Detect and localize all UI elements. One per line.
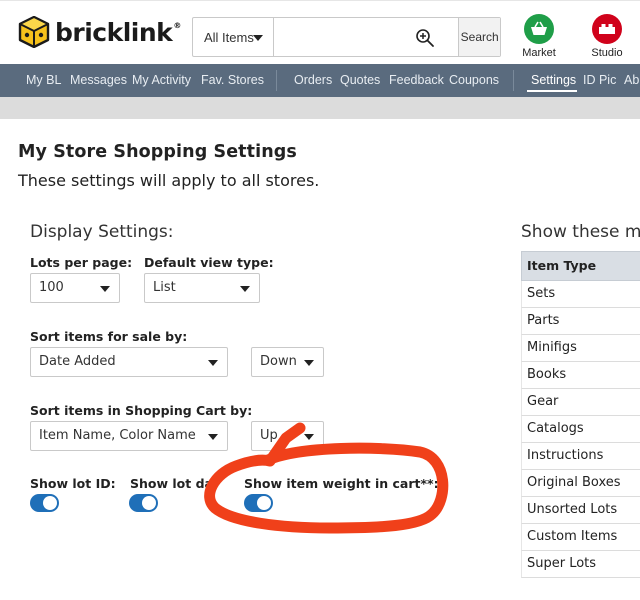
table-row: Gear xyxy=(521,389,640,416)
show-lot-id-toggle[interactable] xyxy=(30,494,59,512)
basket-icon xyxy=(524,14,554,44)
lots-per-page-value: 100 xyxy=(39,280,64,295)
sort-sale-label: Sort items for sale by: xyxy=(30,329,188,344)
toggle-knob xyxy=(257,496,271,510)
display-settings-heading: Display Settings: xyxy=(30,222,174,242)
studio-link[interactable]: Studio xyxy=(585,14,629,59)
item-types-heading: Show these m xyxy=(521,222,640,242)
table-row: Instructions xyxy=(521,443,640,470)
chevron-down-icon xyxy=(208,434,218,440)
chevron-down-icon xyxy=(304,434,314,440)
table-row: Unsorted Lots xyxy=(521,497,640,524)
page-title: My Store Shopping Settings xyxy=(18,142,297,162)
market-link[interactable]: Market xyxy=(517,14,561,59)
table-row: Custom Items xyxy=(521,524,640,551)
show-weight-toggle[interactable] xyxy=(244,494,273,512)
chevron-down-icon xyxy=(253,35,264,41)
lots-per-page-label: Lots per page: xyxy=(30,255,133,270)
chevron-down-icon xyxy=(100,286,110,292)
nav-my-activity[interactable]: My Activity xyxy=(132,64,191,97)
sort-sale-direction-select[interactable]: Down xyxy=(251,347,324,377)
sort-sale-value: Date Added xyxy=(39,354,116,369)
brick-icon xyxy=(592,14,622,44)
chevron-down-icon xyxy=(208,360,218,366)
nav-my-bl[interactable]: My BL xyxy=(26,64,61,97)
table-row: Minifigs xyxy=(521,335,640,362)
nav-divider xyxy=(513,70,514,91)
nav-coupons[interactable]: Coupons xyxy=(449,64,499,97)
sort-sale-select[interactable]: Date Added xyxy=(30,347,228,377)
zoom-in-icon[interactable] xyxy=(415,28,435,48)
search-button[interactable]: Search xyxy=(458,18,500,56)
active-tab-indicator xyxy=(527,90,577,92)
view-type-value: List xyxy=(153,280,176,295)
studio-label: Studio xyxy=(591,47,623,59)
sort-sale-direction-value: Down xyxy=(260,354,297,369)
item-type-header: Item Type xyxy=(521,251,640,281)
sort-cart-label: Sort items in Shopping Cart by: xyxy=(30,403,253,418)
page-subtitle: These settings will apply to all stores. xyxy=(18,171,320,190)
nav-quotes[interactable]: Quotes xyxy=(340,64,380,97)
show-weight-label: Show item weight in cart**: xyxy=(244,476,439,491)
search-type-select[interactable]: All Items xyxy=(193,18,275,56)
nav-fav-stores[interactable]: Fav. Stores xyxy=(201,64,264,97)
site-header: bricklink® All Items Search Market Studi… xyxy=(0,0,640,64)
table-row: Parts xyxy=(521,308,640,335)
sort-cart-value: Item Name, Color Name xyxy=(39,428,196,443)
header-strip xyxy=(0,97,640,119)
search-bar: All Items Search xyxy=(192,17,501,57)
show-lot-date-label: Show lot date xyxy=(130,476,212,491)
item-type-table: Item Type Sets Parts Minifigs Books Gear… xyxy=(521,251,640,578)
bricklink-logo[interactable]: bricklink® xyxy=(18,16,181,48)
nav-feedback[interactable]: Feedback xyxy=(389,64,444,97)
sort-cart-select[interactable]: Item Name, Color Name xyxy=(30,421,228,451)
view-type-select[interactable]: List xyxy=(144,273,260,303)
toggle-knob xyxy=(43,496,57,510)
chevron-down-icon xyxy=(240,286,250,292)
table-row: Original Boxes xyxy=(521,470,640,497)
nav-divider xyxy=(276,70,277,91)
nav-orders[interactable]: Orders xyxy=(294,64,332,97)
toggle-knob xyxy=(142,496,156,510)
brick-logo-icon xyxy=(18,16,50,48)
table-row: Catalogs xyxy=(521,416,640,443)
market-label: Market xyxy=(522,47,556,59)
logo-wordmark: bricklink® xyxy=(55,17,181,47)
table-row: Super Lots xyxy=(521,551,640,578)
nav-messages[interactable]: Messages xyxy=(70,64,127,97)
table-row: Books xyxy=(521,362,640,389)
search-type-value: All Items xyxy=(204,29,254,45)
chevron-down-icon xyxy=(304,360,314,366)
lots-per-page-select[interactable]: 100 xyxy=(30,273,120,303)
account-nav: My BL Messages My Activity Fav. Stores O… xyxy=(0,64,640,97)
show-lot-id-label: Show lot ID: xyxy=(30,476,116,491)
table-row: Sets xyxy=(521,281,640,308)
nav-id-pic[interactable]: ID Pic xyxy=(583,64,616,97)
nav-about[interactable]: Ab xyxy=(624,64,639,97)
show-lot-date-toggle[interactable] xyxy=(129,494,158,512)
nav-settings[interactable]: Settings xyxy=(531,64,576,97)
sort-cart-direction-select[interactable]: Up xyxy=(251,421,324,451)
sort-cart-direction-value: Up xyxy=(260,428,278,443)
view-type-label: Default view type: xyxy=(144,255,274,270)
